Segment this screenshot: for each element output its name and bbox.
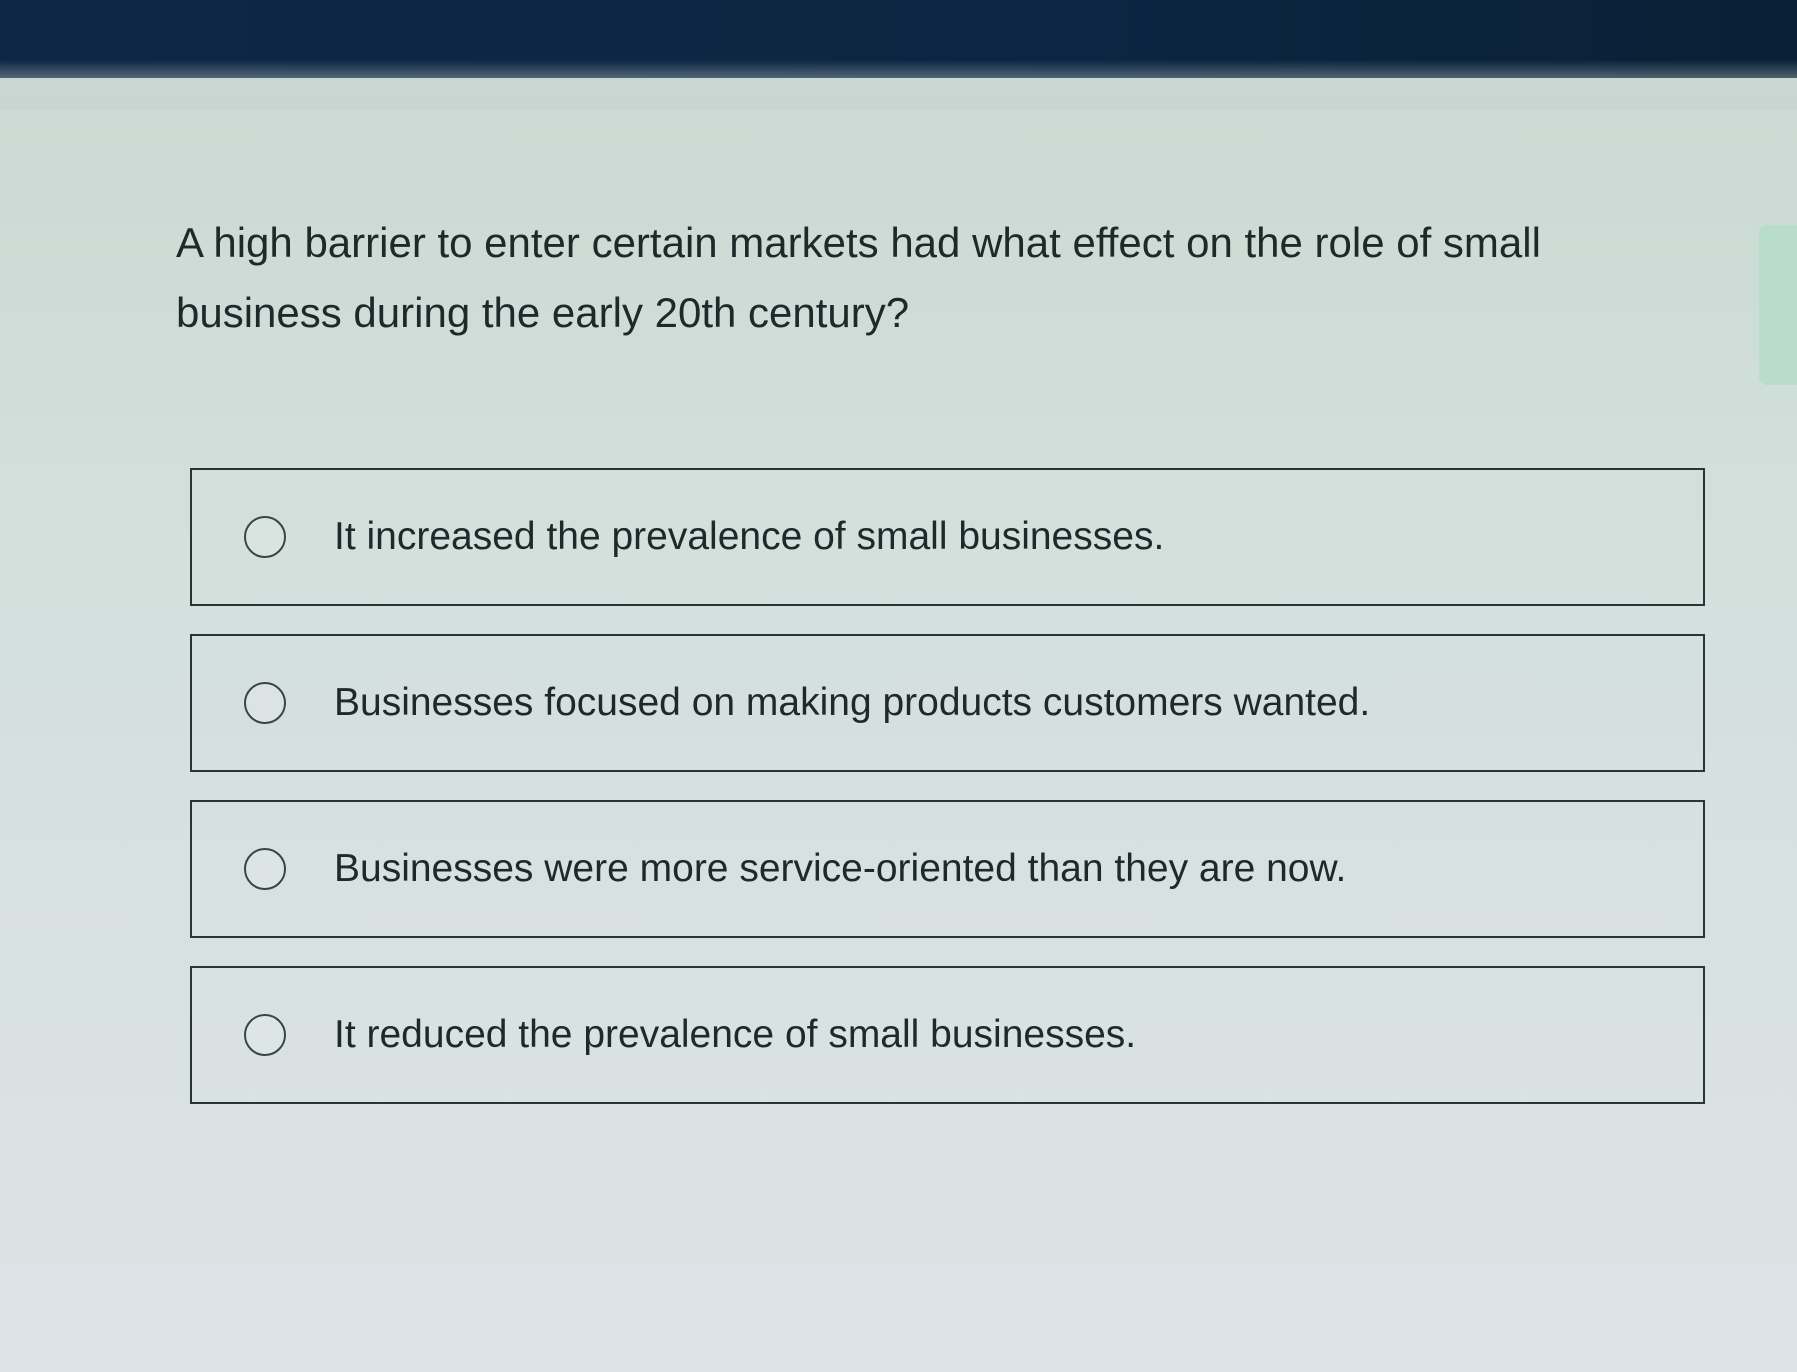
header-shadow (0, 60, 1797, 110)
answer-option-label: Businesses focused on making products cu… (334, 681, 1371, 724)
answer-option-4[interactable]: It reduced the prevalence of small busin… (190, 966, 1705, 1104)
radio-unchecked-icon[interactable] (244, 682, 286, 724)
radio-unchecked-icon[interactable] (244, 848, 286, 890)
answer-option-3[interactable]: Businesses were more service-oriented th… (190, 800, 1705, 938)
answer-option-label: It reduced the prevalence of small busin… (334, 1013, 1137, 1056)
answer-option-2[interactable]: Businesses focused on making products cu… (190, 634, 1705, 772)
radio-unchecked-icon[interactable] (244, 516, 286, 558)
side-panel-tab[interactable] (1759, 225, 1797, 385)
answer-option-label: It increased the prevalence of small bus… (334, 515, 1165, 558)
answer-option-label: Businesses were more service-oriented th… (334, 847, 1347, 890)
question-text: A high barrier to enter certain markets … (176, 219, 1541, 336)
answer-options: It increased the prevalence of small bus… (190, 468, 1705, 1132)
answer-option-1[interactable]: It increased the prevalence of small bus… (190, 468, 1705, 606)
radio-unchecked-icon[interactable] (244, 1014, 286, 1056)
